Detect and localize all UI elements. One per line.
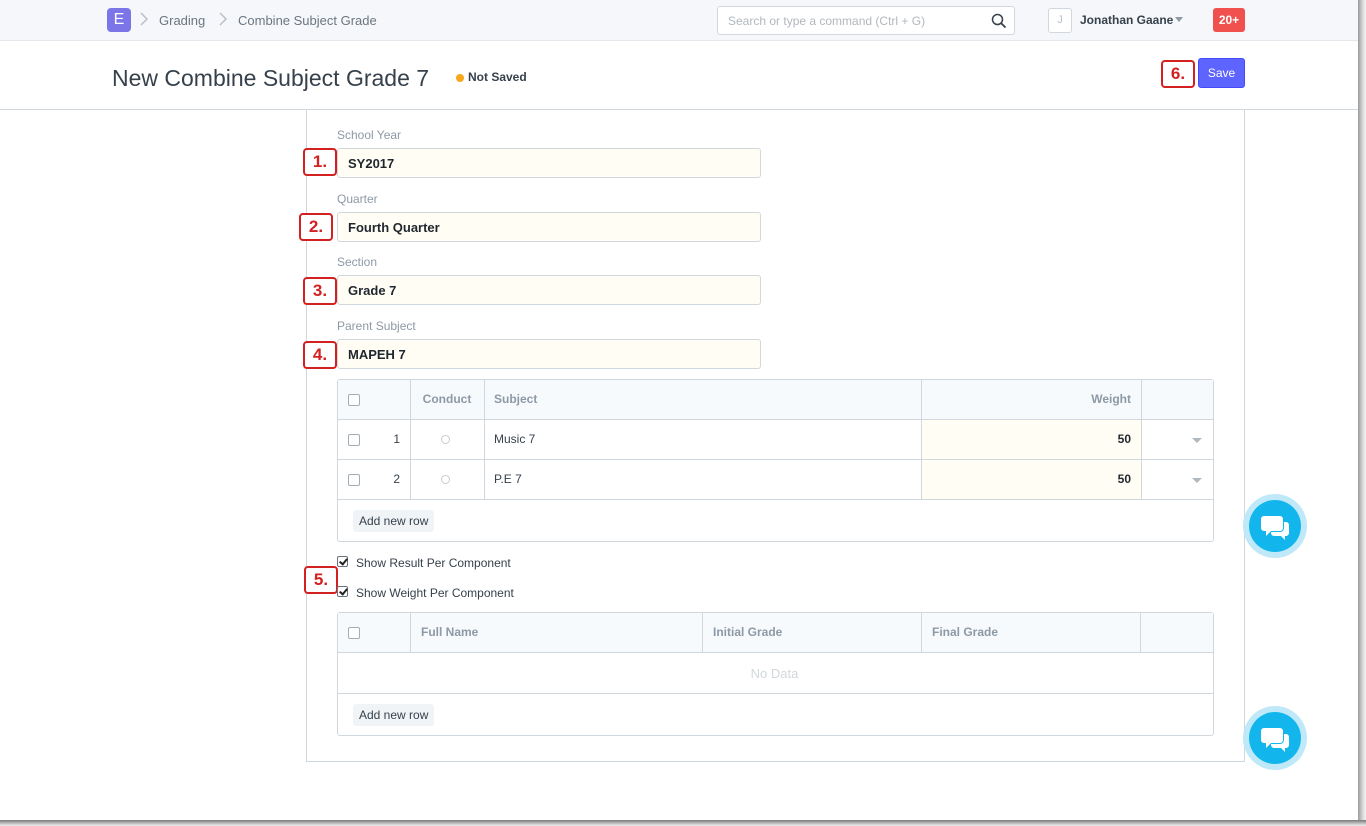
search-icon[interactable]: [991, 13, 1007, 29]
column-divider: [410, 613, 411, 652]
chat-button[interactable]: [1243, 706, 1307, 770]
table-row[interactable]: 2 P.E 7 50: [338, 460, 1213, 500]
chat-button[interactable]: [1243, 494, 1307, 558]
select-all-checkbox[interactable]: [348, 394, 360, 406]
notifications-badge[interactable]: 20+: [1213, 8, 1245, 32]
annotation-marker-1: 1.: [303, 148, 337, 176]
column-header-conduct: Conduct: [422, 392, 472, 406]
results-table: Full Name Initial Grade Final Grade No D…: [337, 612, 1214, 736]
row-expand-caret-icon[interactable]: [1192, 478, 1202, 483]
chevron-right-icon: [140, 10, 149, 31]
column-header-initial-grade: Initial Grade: [713, 625, 783, 639]
app-logo[interactable]: E: [107, 8, 131, 32]
weight-cell[interactable]: 50: [922, 420, 1131, 459]
parent-subject-field[interactable]: [337, 339, 761, 369]
quarter-field[interactable]: [337, 212, 761, 242]
add-row-button[interactable]: Add new row: [353, 510, 435, 532]
conduct-radio[interactable]: [441, 475, 450, 484]
table-row[interactable]: 1 Music 7 50: [338, 420, 1213, 460]
annotation-marker-4: 4.: [303, 341, 337, 369]
column-divider: [1140, 613, 1141, 652]
table-header: Conduct Subject Weight: [338, 380, 1213, 420]
column-divider: [410, 420, 411, 459]
navbar: E Grading Combine Subject Grade J Jonath…: [0, 0, 1358, 41]
row-checkbox[interactable]: [348, 474, 360, 486]
column-header-full-name: Full Name: [421, 625, 479, 639]
column-divider: [484, 380, 485, 419]
weight-cell[interactable]: 50: [922, 460, 1131, 499]
section-label: Section: [337, 255, 378, 269]
parent-subject-label: Parent Subject: [337, 319, 416, 333]
annotation-marker-2: 2.: [299, 213, 333, 241]
page-title: New Combine Subject Grade 7: [112, 65, 430, 91]
search-input[interactable]: [718, 7, 978, 34]
column-header-final-grade: Final Grade: [932, 625, 999, 639]
window-shadow-right: [1358, 0, 1366, 826]
row-index: 2: [393, 472, 400, 486]
conduct-radio[interactable]: [441, 435, 450, 444]
window-shadow-bottom: [0, 820, 1366, 826]
empty-row: No Data: [338, 653, 1213, 694]
select-all-checkbox[interactable]: [348, 627, 360, 639]
chat-icon: [1261, 516, 1289, 540]
column-divider: [1141, 380, 1142, 419]
no-data-text: No Data: [750, 666, 799, 681]
caret-down-icon[interactable]: [1175, 17, 1183, 22]
row-checkbox[interactable]: [348, 434, 360, 446]
avatar[interactable]: J: [1048, 8, 1072, 33]
show-result-label[interactable]: Show Result Per Component: [356, 556, 511, 570]
page-head: New Combine Subject Grade 7 Not Saved 6.…: [0, 41, 1358, 110]
column-divider: [410, 460, 411, 499]
subjects-table: Conduct Subject Weight 1 Music 7 50 2 P.…: [337, 379, 1214, 542]
add-row-button[interactable]: Add new row: [353, 704, 435, 726]
section-field[interactable]: [337, 275, 761, 305]
status-badge: Not Saved: [468, 70, 527, 84]
subject-cell[interactable]: Music 7: [494, 420, 535, 459]
school-year-field[interactable]: [337, 148, 761, 178]
column-divider: [1141, 420, 1142, 459]
table-header: Full Name Initial Grade Final Grade: [338, 613, 1213, 653]
annotation-marker-5: 5.: [304, 566, 338, 594]
column-divider: [484, 460, 485, 499]
column-header-weight: Weight: [1091, 392, 1131, 406]
quarter-label: Quarter: [337, 192, 378, 206]
column-divider: [921, 613, 922, 652]
show-result-checkbox[interactable]: [337, 556, 348, 567]
row-expand-caret-icon[interactable]: [1192, 438, 1202, 443]
school-year-label: School Year: [337, 128, 402, 142]
chat-icon: [1261, 728, 1289, 752]
annotation-marker-6: 6.: [1161, 60, 1195, 88]
column-divider: [1141, 460, 1142, 499]
subject-cell[interactable]: P.E 7: [494, 460, 522, 499]
chevron-right-icon: [219, 10, 228, 31]
user-menu-name[interactable]: Jonathan Gaane: [1080, 13, 1173, 27]
breadcrumb-combine-subject-grade[interactable]: Combine Subject Grade: [238, 13, 377, 28]
search-box: [717, 6, 1015, 35]
status-indicator-icon: [456, 74, 464, 82]
row-index: 1: [393, 432, 400, 446]
column-divider: [702, 613, 703, 652]
show-weight-checkbox[interactable]: [337, 586, 348, 597]
column-header-subject: Subject: [494, 392, 538, 406]
breadcrumb-grading[interactable]: Grading: [159, 13, 205, 28]
annotation-marker-3: 3.: [303, 277, 337, 305]
column-divider: [484, 420, 485, 459]
show-weight-label[interactable]: Show Weight Per Component: [356, 586, 514, 600]
save-button[interactable]: Save: [1198, 58, 1245, 88]
